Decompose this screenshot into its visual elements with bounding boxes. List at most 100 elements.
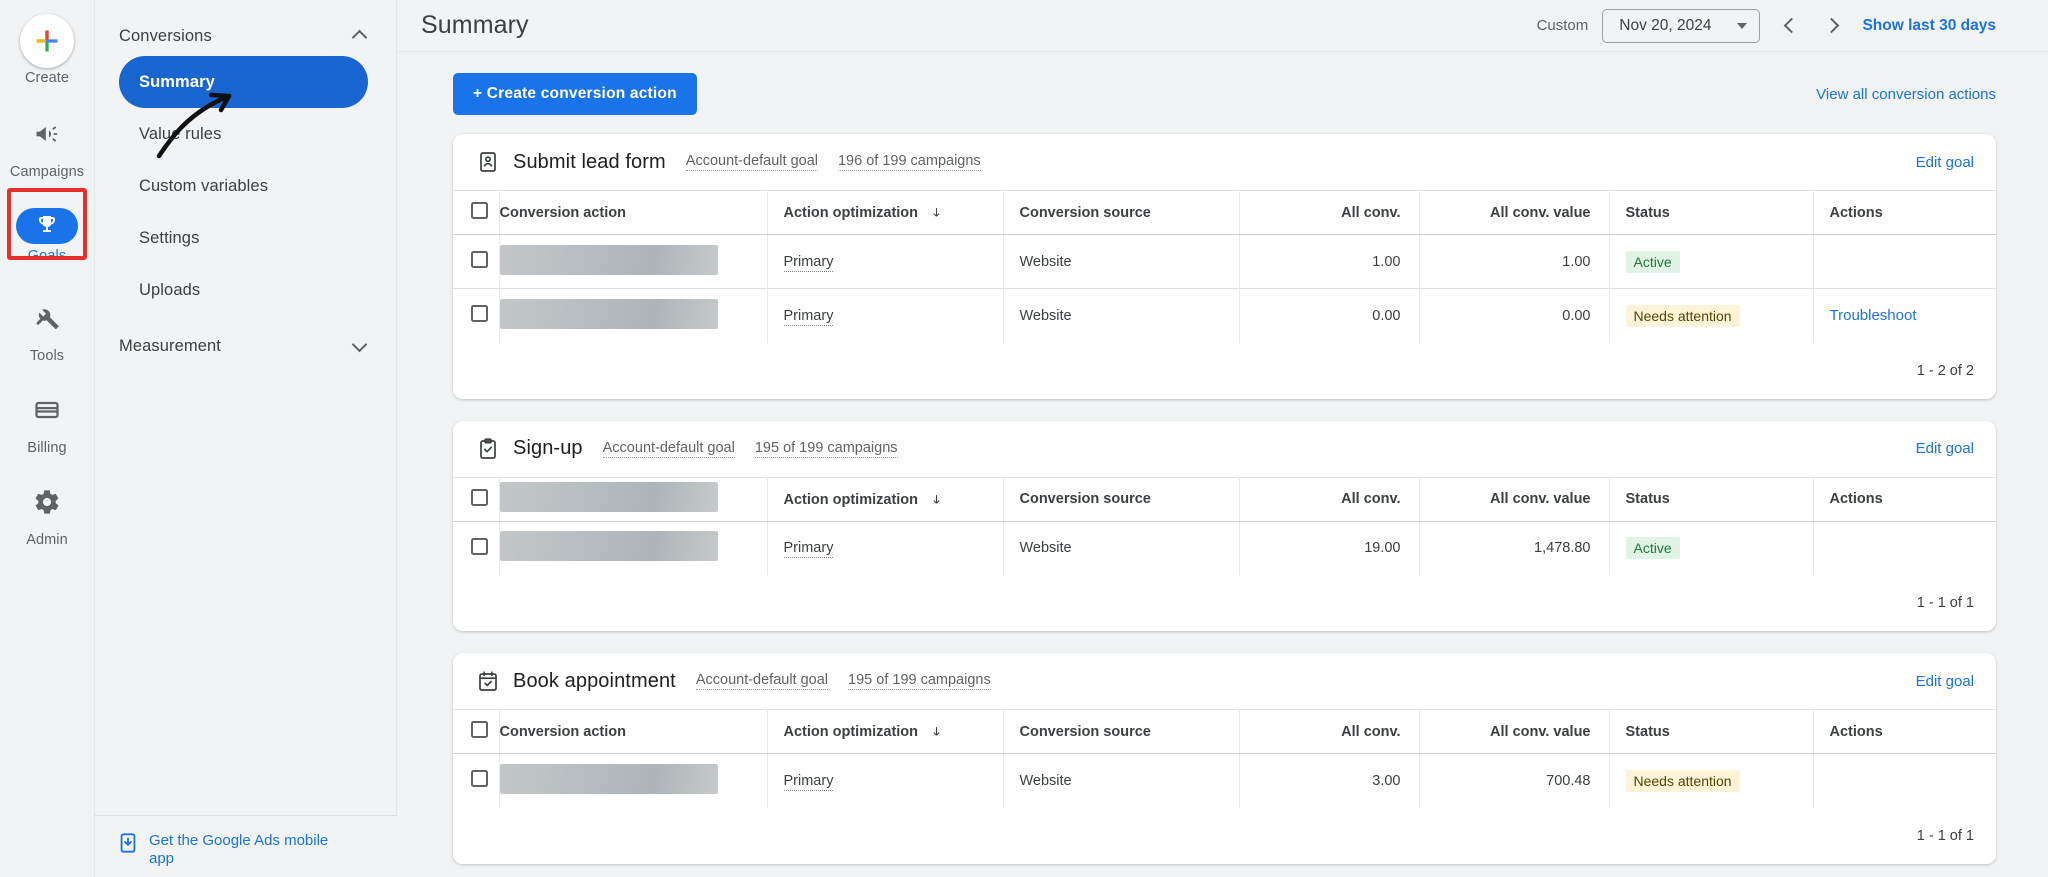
row-checkbox[interactable] (471, 537, 488, 555)
select-all-checkbox[interactable] (471, 721, 488, 738)
action-optimization-value[interactable]: Primary (783, 540, 834, 559)
column-all-conv: All conv. (1239, 190, 1420, 235)
chevron-down-icon (352, 338, 368, 354)
cell-all-conv-value: 1.00 (1419, 234, 1610, 289)
redacted-conversion-action-name (499, 244, 718, 275)
row-checkbox[interactable] (471, 251, 488, 268)
row-checkbox-cell (453, 520, 500, 575)
cell-conversion-source: Website (1003, 288, 1240, 343)
action-optimization-value[interactable]: Primary (783, 253, 834, 272)
view-all-conversion-actions-link[interactable]: View all conversion actions (1816, 86, 1996, 103)
action-optimization-value[interactable]: Primary (783, 307, 834, 326)
goal-account-default-chip[interactable]: Account-default goal (602, 440, 735, 458)
column-actions: Actions (1813, 476, 1996, 522)
column-all-conv-value: All conv. value (1419, 709, 1610, 754)
column-status: Status (1609, 476, 1814, 522)
megaphone-icon (19, 106, 75, 162)
column-all-conv: All conv. (1239, 476, 1420, 522)
create-conversion-action-button[interactable]: + Create conversion action (453, 73, 697, 115)
nav-group-measurement[interactable]: Measurement (95, 326, 396, 366)
edit-goal-link[interactable]: Edit goal (1916, 673, 1974, 690)
select-all-checkbox-cell (453, 476, 500, 522)
goal-campaigns-chip[interactable]: 196 of 199 campaigns (837, 153, 981, 171)
column-action-optimization[interactable]: Action optimization (767, 709, 1004, 754)
rail-item-billing[interactable]: Billing (0, 382, 95, 474)
troubleshoot-link[interactable]: Troubleshoot (1830, 307, 1917, 324)
column-action-optimization-label: Action optimization (783, 491, 919, 508)
status-badge: Needs attention (1625, 769, 1740, 792)
chevron-left-icon (1783, 17, 1800, 34)
conversion-actions-table: Action optimization Conversion source Al… (453, 476, 1996, 575)
nav-group-conversions[interactable]: Conversions (95, 16, 396, 56)
table-header-row: Action optimization Conversion source Al… (453, 476, 1996, 522)
table-row: Primary Website 1.00 1.00 Active (453, 234, 1996, 289)
edit-goal-link[interactable]: Edit goal (1916, 440, 1974, 457)
table-header-row: Conversion action Action optimization Co… (453, 190, 1996, 235)
row-checkbox[interactable] (471, 305, 488, 323)
column-status: Status (1609, 190, 1814, 235)
mobile-app-promo[interactable]: Get the Google Ads mobile app (95, 814, 397, 877)
sidebar-item-summary[interactable]: Summary (119, 56, 368, 108)
cell-status: Active (1609, 234, 1814, 289)
cell-all-conv: 0.00 (1239, 288, 1420, 343)
rail-label-billing: Billing (27, 440, 67, 456)
sidebar-item-custom-variables[interactable]: Custom variables (95, 160, 368, 212)
goal-account-default-chip[interactable]: Account-default goal (685, 153, 818, 171)
cell-all-conv: 19.00 (1239, 520, 1420, 575)
date-range-select[interactable]: Nov 20, 2024 (1602, 8, 1761, 43)
rail-item-create[interactable]: Create (0, 14, 95, 106)
goal-name: Submit lead form (513, 150, 666, 173)
rail-item-campaigns[interactable]: Campaigns (0, 106, 95, 198)
column-action-optimization[interactable]: Action optimization (767, 476, 1004, 522)
row-checkbox[interactable] (471, 770, 488, 788)
cell-conversion-action (499, 234, 768, 289)
rail-label-goals: Goals (27, 248, 67, 264)
row-checkbox-cell (453, 234, 500, 289)
sidebar-item-value-rules[interactable]: Value rules (95, 108, 368, 160)
sidebar-item-uploads[interactable]: Uploads (95, 264, 368, 316)
column-action-optimization-label: Action optimization (783, 724, 919, 740)
row-checkbox-cell (453, 753, 500, 808)
cell-all-conv-value: 0.00 (1419, 288, 1610, 343)
sort-descending-icon (930, 206, 943, 223)
next-period-button[interactable] (1818, 11, 1848, 41)
cell-conversion-source: Website (1003, 520, 1240, 575)
column-all-conv-value: All conv. value (1419, 190, 1610, 235)
column-action-optimization[interactable]: Action optimization (767, 190, 1004, 235)
table-pagination: 1 - 1 of 1 (453, 807, 1996, 864)
rail-label-tools: Tools (29, 348, 65, 364)
rail-item-tools[interactable]: Tools (0, 290, 95, 382)
goal-campaigns-chip[interactable]: 195 of 199 campaigns (754, 440, 898, 458)
goal-account-default-chip[interactable]: Account-default goal (695, 672, 829, 690)
cell-all-conv: 3.00 (1239, 753, 1420, 808)
mobile-download-icon (120, 832, 136, 853)
select-all-checkbox[interactable] (471, 202, 488, 219)
rail-label-campaigns: Campaigns (9, 164, 85, 180)
date-range-label: Custom (1536, 17, 1589, 34)
status-badge: Active (1625, 537, 1680, 560)
goal-name: Book appointment (513, 669, 676, 692)
goal-card-book-appointment: Book appointment Account-default goal 19… (453, 653, 1996, 864)
cell-actions: Troubleshoot (1813, 288, 1996, 343)
redacted-column-header (499, 482, 718, 512)
goal-card-header: Sign-up Account-default goal 195 of 199 … (453, 421, 1996, 477)
date-controls: Custom Nov 20, 2024 Show last 30 days (1536, 8, 1996, 43)
goal-card-sign-up: Sign-up Account-default goal 195 of 199 … (453, 420, 1996, 631)
edit-goal-link[interactable]: Edit goal (1916, 154, 1974, 171)
rail-item-goals[interactable]: Goals (0, 198, 95, 290)
rail-item-admin[interactable]: Admin (0, 474, 95, 566)
show-last-30-days-link[interactable]: Show last 30 days (1862, 17, 1996, 35)
column-conversion-action: Conversion action (499, 709, 768, 754)
select-all-checkbox[interactable] (471, 488, 488, 506)
goal-card-submit-lead-form: Submit lead form Account-default goal 19… (453, 134, 1996, 399)
previous-period-button[interactable] (1774, 11, 1804, 41)
action-optimization-value[interactable]: Primary (783, 772, 834, 791)
column-conversion-source: Conversion source (1003, 709, 1240, 754)
sidebar-item-summary-label: Summary (139, 72, 215, 91)
goal-campaigns-chip[interactable]: 195 of 199 campaigns (848, 672, 991, 690)
mobile-app-promo-label: Get the Google Ads mobile app (149, 831, 329, 868)
redacted-conversion-action-name (499, 298, 718, 329)
sidebar-item-settings[interactable]: Settings (95, 212, 368, 264)
cell-status: Needs attention (1609, 288, 1814, 343)
cell-action-optimization: Primary (767, 753, 1004, 808)
